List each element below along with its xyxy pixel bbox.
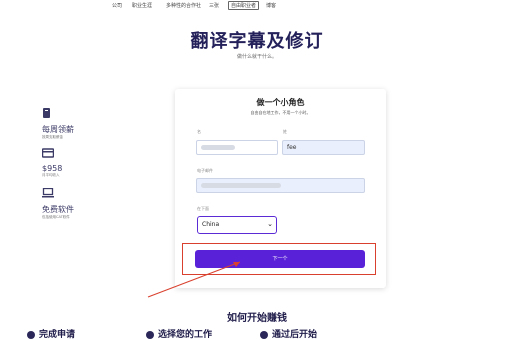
- section-title: 如何开始赚钱: [227, 313, 287, 324]
- step-label: 完成申请: [39, 330, 76, 340]
- step-icon: [146, 330, 154, 339]
- step-item: 完成申请: [27, 327, 75, 340]
- annotation-arrow: [147, 261, 241, 298]
- step-item: 通过后开始: [260, 327, 317, 340]
- step-label: 选择您的工作: [158, 330, 213, 340]
- step-item: 选择您的工作: [146, 327, 212, 340]
- step-label: 通过后开始: [272, 330, 318, 340]
- step-icon: [260, 330, 268, 339]
- step-icon: [27, 330, 35, 339]
